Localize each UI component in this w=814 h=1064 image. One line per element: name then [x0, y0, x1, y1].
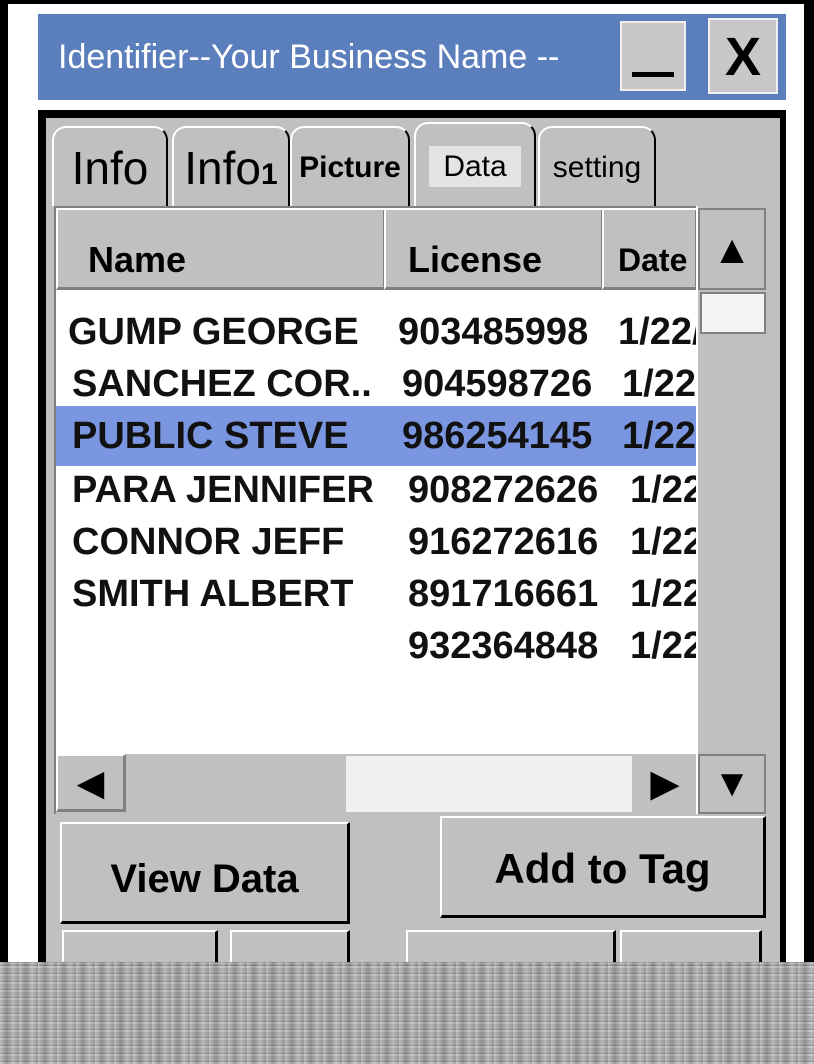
scroll-left-button[interactable]: ◀ — [56, 754, 126, 812]
list-row[interactable]: SMITH ALBERT 891716661 1/22 — [56, 564, 696, 624]
list-row[interactable]: GUMP GEORGE 903485998 1/22/ — [56, 302, 696, 362]
list-row[interactable]: 932364848 1/22 — [56, 616, 696, 676]
tab-picture[interactable]: Picture — [290, 126, 410, 206]
row-license: 916272616 — [408, 521, 599, 563]
column-header-name[interactable]: Name — [56, 210, 386, 290]
row-name: GUMP GEORGE — [68, 311, 359, 353]
scroll-right-button[interactable]: ▶ — [634, 754, 696, 814]
horizontal-scroll-track-highlight[interactable] — [346, 756, 632, 812]
row-license: 908272626 — [408, 469, 599, 511]
row-date: 1/22 — [622, 415, 696, 457]
row-license: 986254145 — [402, 415, 593, 457]
triangle-down-icon: ▼ — [713, 763, 751, 805]
column-header-license[interactable]: License — [384, 210, 604, 290]
scroll-down-button[interactable]: ▼ — [698, 754, 766, 814]
list-row[interactable]: SANCHEZ COR.. 904598726 1/22 — [56, 354, 696, 414]
row-date: 1/22 — [630, 521, 696, 563]
row-date: 1/22 — [630, 469, 696, 511]
view-data-button[interactable]: View Data — [60, 822, 350, 924]
row-license: 904598726 — [402, 363, 593, 405]
tab-setting[interactable]: setting — [538, 126, 656, 206]
minimize-button[interactable] — [620, 21, 686, 91]
row-date: 1/22 — [630, 625, 696, 667]
title-bar: Identifier--Your Business Name -- X — [38, 14, 786, 100]
row-date: 1/22 — [622, 363, 696, 405]
row-license: 903485998 — [398, 311, 589, 353]
add-to-tag-button[interactable]: Add to Tag — [440, 816, 766, 918]
list-rows: GUMP GEORGE 903485998 1/22/ SANCHEZ COR.… — [56, 292, 696, 752]
row-date: 1/22 — [630, 573, 696, 615]
window-title: Identifier--Your Business Name -- — [58, 38, 560, 76]
triangle-up-icon: ▲ — [712, 228, 752, 272]
tab-info1-label: Info1 — [184, 142, 278, 194]
tab-info1[interactable]: Info1 — [172, 126, 290, 206]
row-name: PUBLIC STEVE — [72, 415, 349, 457]
row-name: PARA JENNIFER — [72, 469, 374, 511]
close-button[interactable]: X — [708, 18, 778, 94]
row-name: SANCHEZ COR.. — [72, 363, 372, 405]
list-row-selected[interactable]: PUBLIC STEVE 986254145 1/22 — [56, 406, 696, 466]
row-date: 1/22/ — [618, 311, 696, 353]
row-license: 932364848 — [408, 625, 599, 667]
row-license: 891716661 — [408, 573, 599, 615]
scroll-up-button[interactable]: ▲ — [698, 208, 766, 290]
list-row[interactable]: CONNOR JEFF 916272616 1/22 — [56, 512, 696, 572]
column-header-date[interactable]: Date — [602, 210, 698, 290]
tab-data[interactable]: Data — [414, 122, 536, 208]
row-name: SMITH ALBERT — [72, 573, 354, 615]
vertical-scroll-thumb[interactable] — [700, 292, 766, 334]
triangle-right-icon: ▶ — [650, 763, 680, 805]
tab-info[interactable]: Info — [52, 126, 168, 206]
scan-noise-band — [0, 962, 814, 1064]
triangle-left-icon: ◀ — [76, 762, 105, 803]
tab-data-label: Data — [429, 146, 521, 187]
minimize-icon — [632, 72, 674, 77]
list-row[interactable]: PARA JENNIFER 908272626 1/22 — [56, 460, 696, 520]
row-name: CONNOR JEFF — [72, 521, 345, 563]
